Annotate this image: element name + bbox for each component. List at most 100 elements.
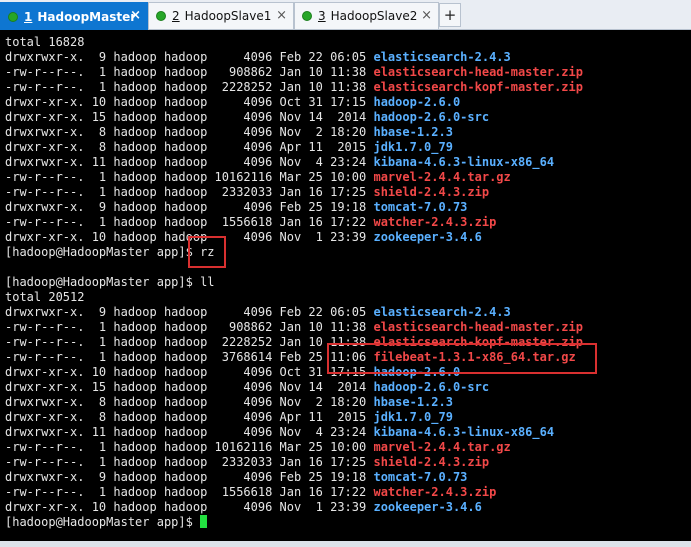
terminal-line: drwxr-xr-x. 10 hadoop hadoop 4096 Oct 31… <box>5 95 460 110</box>
directory-name: jdk1.7.0_79 <box>373 410 453 424</box>
terminal-line: total 16828 <box>5 35 84 50</box>
terminal-line: -rw-r--r--. 1 hadoop hadoop 908862 Jan 1… <box>5 65 583 80</box>
directory-name: hbase-1.2.3 <box>373 395 453 409</box>
tab-label: HadoopMaster <box>37 9 137 24</box>
terminal-line: drwxr-xr-x. 15 hadoop hadoop 4096 Nov 14… <box>5 110 489 125</box>
line-text: total 16828 <box>5 35 85 49</box>
archive-file-name: elasticsearch-head-master.zip <box>373 320 583 334</box>
connection-status-icon <box>302 11 312 21</box>
terminal-line: total 20512 <box>5 290 84 305</box>
line-text: drwxrwxr-x. 11 hadoop hadoop 4096 Nov 4 … <box>5 155 374 169</box>
tab-bar: 1 HadoopMaster × 2 HadoopSlave1 × 3 Hado… <box>0 0 691 30</box>
tab-number: 2 <box>172 9 180 23</box>
line-text: -rw-r--r--. 1 hadoop hadoop 2228252 Jan … <box>5 335 374 349</box>
tab-label: HadoopSlave1 <box>184 9 272 23</box>
terminal-line: drwxr-xr-x. 10 hadoop hadoop 4096 Nov 1 … <box>5 230 482 245</box>
line-text: drwxr-xr-x. 15 hadoop hadoop 4096 Nov 14… <box>5 380 374 394</box>
terminal-line: drwxrwxr-x. 8 hadoop hadoop 4096 Nov 2 1… <box>5 125 453 140</box>
terminal-line: drwxrwxr-x. 9 hadoop hadoop 4096 Feb 22 … <box>5 50 511 65</box>
line-text: -rw-r--r--. 1 hadoop hadoop 10162116 Mar… <box>5 170 374 184</box>
terminal-line: [hadoop@HadoopMaster app]$ <box>5 515 208 530</box>
terminal-line: drwxr-xr-x. 10 hadoop hadoop 4096 Nov 1 … <box>5 500 482 515</box>
line-text: -rw-r--r--. 1 hadoop hadoop 10162116 Mar… <box>5 440 374 454</box>
line-text: -rw-r--r--. 1 hadoop hadoop 2228252 Jan … <box>5 80 374 94</box>
terminal-line: drwxr-xr-x. 8 hadoop hadoop 4096 Apr 11 … <box>5 410 453 425</box>
line-text: -rw-r--r--. 1 hadoop hadoop 2332033 Jan … <box>5 455 374 469</box>
tab-label: HadoopSlave2 <box>330 9 418 23</box>
terminal-line: drwxrwxr-x. 9 hadoop hadoop 4096 Feb 25 … <box>5 200 467 215</box>
archive-file-name: elasticsearch-head-master.zip <box>373 65 583 79</box>
status-bar <box>0 541 691 547</box>
terminal-line: drwxr-xr-x. 15 hadoop hadoop 4096 Nov 14… <box>5 380 489 395</box>
close-icon[interactable]: × <box>130 8 141 24</box>
line-text: drwxrwxr-x. 9 hadoop hadoop 4096 Feb 22 … <box>5 305 374 319</box>
line-text: drwxr-xr-x. 8 hadoop hadoop 4096 Apr 11 … <box>5 140 374 154</box>
highlight-box-rz-command <box>188 236 226 268</box>
line-text: drwxr-xr-x. 10 hadoop hadoop 4096 Oct 31… <box>5 95 374 109</box>
line-text: -rw-r--r--. 1 hadoop hadoop 908862 Jan 1… <box>5 320 374 334</box>
terminal-line: -rw-r--r--. 1 hadoop hadoop 1556618 Jan … <box>5 485 496 500</box>
tab-number: 3 <box>318 9 326 23</box>
directory-name: kibana-4.6.3-linux-x86_64 <box>373 425 555 439</box>
directory-name: tomcat-7.0.73 <box>373 470 468 484</box>
directory-name: hadoop-2.6.0-src <box>373 110 490 124</box>
line-text: drwxr-xr-x. 10 hadoop hadoop 4096 Oct 31… <box>5 365 374 379</box>
line-text: -rw-r--r--. 1 hadoop hadoop 2332033 Jan … <box>5 185 374 199</box>
tab-hadoopslave1[interactable]: 2 HadoopSlave1 × <box>148 2 294 29</box>
connection-status-icon <box>8 11 18 22</box>
line-text: drwxr-xr-x. 15 hadoop hadoop 4096 Nov 14… <box>5 110 374 124</box>
tab-hadoopmaster[interactable]: 1 HadoopMaster × <box>0 2 148 30</box>
close-icon[interactable]: × <box>276 8 287 24</box>
line-text: -rw-r--r--. 1 hadoop hadoop 1556618 Jan … <box>5 215 374 229</box>
line-text: -rw-r--r--. 1 hadoop hadoop 908862 Jan 1… <box>5 65 374 79</box>
line-text: -rw-r--r--. 1 hadoop hadoop 3768614 Feb … <box>5 350 374 364</box>
terminal-line: [hadoop@HadoopMaster app]$ rz <box>5 245 215 260</box>
line-text: drwxr-xr-x. 8 hadoop hadoop 4096 Apr 11 … <box>5 410 374 424</box>
archive-file-name: watcher-2.4.3.zip <box>373 485 497 499</box>
directory-name: zookeeper-3.4.6 <box>373 230 482 244</box>
terminal-line: -rw-r--r--. 1 hadoop hadoop 2332033 Jan … <box>5 185 489 200</box>
terminal-line: drwxrwxr-x. 9 hadoop hadoop 4096 Feb 25 … <box>5 470 467 485</box>
archive-file-name: watcher-2.4.3.zip <box>373 215 497 229</box>
terminal-line: -rw-r--r--. 1 hadoop hadoop 10162116 Mar… <box>5 170 511 185</box>
archive-file-name: shield-2.4.3.zip <box>373 185 490 199</box>
directory-name: zookeeper-3.4.6 <box>373 500 482 514</box>
terminal-line: -rw-r--r--. 1 hadoop hadoop 2332033 Jan … <box>5 455 489 470</box>
terminal-line: -rw-r--r--. 1 hadoop hadoop 10162116 Mar… <box>5 440 511 455</box>
directory-name: hbase-1.2.3 <box>373 125 453 139</box>
directory-name: hadoop-2.6.0-src <box>373 380 490 394</box>
line-text: total 20512 <box>5 290 85 304</box>
line-text: drwxrwxr-x. 9 hadoop hadoop 4096 Feb 25 … <box>5 470 374 484</box>
terminal-line: drwxr-xr-x. 8 hadoop hadoop 4096 Apr 11 … <box>5 140 453 155</box>
line-text: drwxrwxr-x. 11 hadoop hadoop 4096 Nov 4 … <box>5 425 374 439</box>
terminal-line: -rw-r--r--. 1 hadoop hadoop 1556618 Jan … <box>5 215 496 230</box>
close-icon[interactable]: × <box>421 8 432 24</box>
tab-hadoopslave2[interactable]: 3 HadoopSlave2 × <box>294 2 439 29</box>
archive-file-name: marvel-2.4.4.tar.gz <box>373 440 511 454</box>
terminal-line: -rw-r--r--. 1 hadoop hadoop 2228252 Jan … <box>5 80 583 95</box>
terminal-line: -rw-r--r--. 1 hadoop hadoop 908862 Jan 1… <box>5 320 583 335</box>
line-text: drwxrwxr-x. 9 hadoop hadoop 4096 Feb 25 … <box>5 200 374 214</box>
line-text: drwxrwxr-x. 8 hadoop hadoop 4096 Nov 2 1… <box>5 125 374 139</box>
archive-file-name: marvel-2.4.4.tar.gz <box>373 170 511 184</box>
line-text: -rw-r--r--. 1 hadoop hadoop 1556618 Jan … <box>5 485 374 499</box>
directory-name: elasticsearch-2.4.3 <box>373 50 511 64</box>
directory-name: tomcat-7.0.73 <box>373 200 468 214</box>
terminal-line: drwxrwxr-x. 8 hadoop hadoop 4096 Nov 2 1… <box>5 395 453 410</box>
directory-name: hadoop-2.6.0 <box>373 95 461 109</box>
terminal-output[interactable]: total 16828 drwxrwxr-x. 9 hadoop hadoop 4… <box>0 30 691 541</box>
text-cursor <box>200 515 208 528</box>
line-text: [hadoop@HadoopMaster app]$ <box>5 515 201 529</box>
terminal-line: drwxrwxr-x. 11 hadoop hadoop 4096 Nov 4 … <box>5 155 554 170</box>
tab-number: 1 <box>24 9 33 24</box>
directory-name: kibana-4.6.3-linux-x86_64 <box>373 155 555 169</box>
terminal-line: drwxrwxr-x. 9 hadoop hadoop 4096 Feb 22 … <box>5 305 511 320</box>
line-text: drwxr-xr-x. 10 hadoop hadoop 4096 Nov 1 … <box>5 500 374 514</box>
line-text: [hadoop@HadoopMaster app]$ rz <box>5 245 215 259</box>
add-tab-button[interactable]: + <box>439 3 461 27</box>
line-text: drwxrwxr-x. 9 hadoop hadoop 4096 Feb 22 … <box>5 50 374 64</box>
terminal-line: [hadoop@HadoopMaster app]$ ll <box>5 275 215 290</box>
archive-file-name: elasticsearch-kopf-master.zip <box>373 80 583 94</box>
line-text: [hadoop@HadoopMaster app]$ ll <box>5 275 215 289</box>
highlight-box-filebeat <box>327 343 597 374</box>
